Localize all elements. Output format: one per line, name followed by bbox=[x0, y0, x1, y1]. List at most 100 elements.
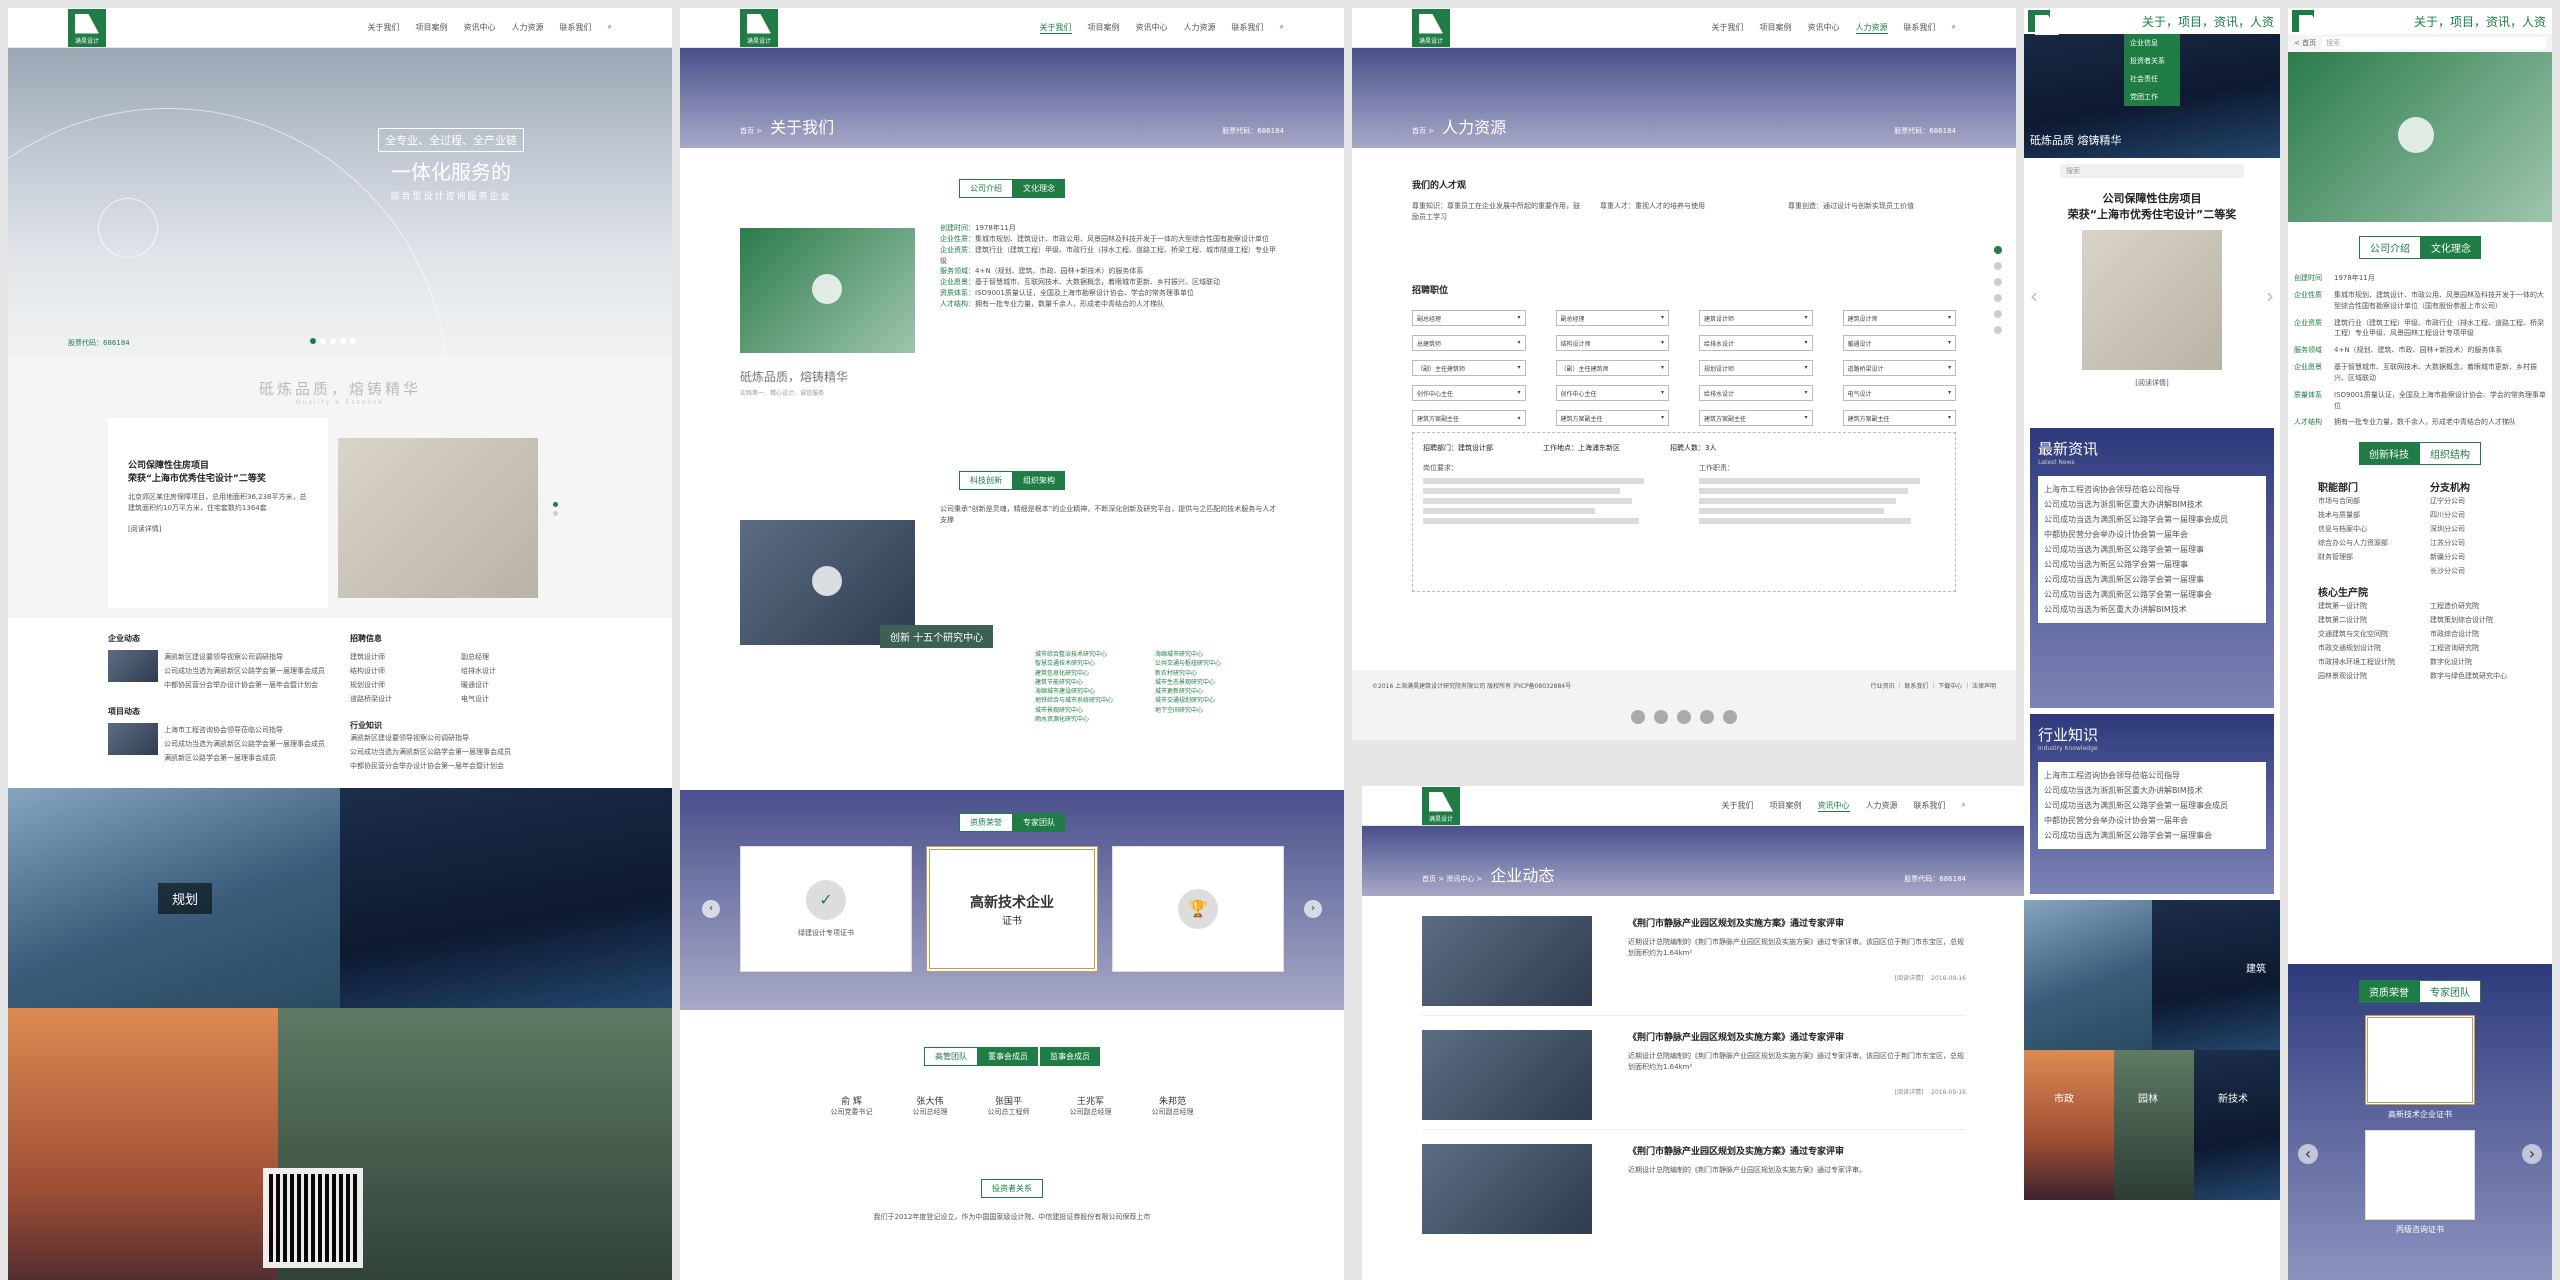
cert-card[interactable]: 🏆 bbox=[1112, 846, 1284, 972]
news-link[interactable]: 中都协民营分会举办设计协会第一届年会 bbox=[2044, 527, 2260, 542]
tab-tech-innovation[interactable]: 科技创新 bbox=[959, 471, 1013, 490]
job-select[interactable]: 给排水设计 ▾ bbox=[1699, 334, 1813, 351]
cert-card[interactable] bbox=[2365, 1015, 2475, 1105]
brand-logo[interactable] bbox=[2028, 10, 2050, 32]
job-link[interactable]: 副总经理 bbox=[461, 650, 572, 664]
job-select[interactable]: 暖通设计 ▾ bbox=[1842, 334, 1956, 351]
job-select[interactable]: （副）主任建筑师 ▾ bbox=[1412, 359, 1526, 376]
nav-contact[interactable]: 联系我们 bbox=[1232, 22, 1264, 34]
tab-culture[interactable]: 文化理念 bbox=[2421, 236, 2481, 259]
cert-card[interactable]: 高新技术企业 证书 bbox=[926, 846, 1098, 972]
nav-hr[interactable]: 人力资源 bbox=[1855, 22, 1888, 34]
cert-card[interactable]: ✓ 绿建设计专项证书 bbox=[740, 846, 912, 972]
weibo-icon[interactable] bbox=[1630, 710, 1645, 725]
read-more-link[interactable]: [阅读详情] bbox=[1895, 975, 1924, 982]
chevron-right-icon[interactable]: › bbox=[2266, 284, 2274, 308]
news-link[interactable]: 中都协民营分会举办设计协会第一届年会暨计划会 bbox=[164, 678, 325, 692]
news-item[interactable]: 《荆门市静脉产业园区规划及实施方案》通过专家评审 近期设计总院编制的《荆门市静脉… bbox=[1422, 1030, 1966, 1130]
job-select[interactable]: （副）主任建筑师 ▾ bbox=[1555, 359, 1669, 376]
carousel-dot[interactable] bbox=[350, 338, 356, 344]
job-link[interactable]: 给排水设计 bbox=[461, 664, 572, 678]
news-link[interactable]: 公司成功当选为满凯新区公路学会第一届理事 bbox=[2044, 572, 2260, 587]
mobile-nav[interactable]: 关于，项目，资讯，人资 bbox=[2142, 13, 2274, 30]
job-link[interactable]: 结构设计师 bbox=[350, 664, 461, 678]
carousel-prev-icon[interactable]: ‹ bbox=[702, 900, 720, 918]
pager-dot[interactable] bbox=[1994, 310, 2002, 318]
center-link[interactable]: 城市综合整治技术研究中心 bbox=[1035, 650, 1145, 659]
news-image[interactable] bbox=[1422, 1030, 1592, 1120]
pager-dot[interactable] bbox=[1994, 262, 2002, 270]
news-link[interactable]: 公司成功当选为满凯新区公路学会第一届理事会成员 bbox=[164, 664, 325, 678]
search-input[interactable]: 搜索 bbox=[2322, 37, 2546, 49]
knowledge-link[interactable]: 中都协民营分会举办设计协会第一届年会 bbox=[2044, 813, 2260, 828]
nav-hr[interactable]: 人力资源 bbox=[512, 22, 544, 33]
nav-news[interactable]: 资讯中心 bbox=[1808, 22, 1840, 34]
carousel-next-icon[interactable]: › bbox=[2522, 1144, 2542, 1164]
pager-dot[interactable] bbox=[1994, 278, 2002, 286]
news-link[interactable]: 公司成功当选为满凯新区公路学会第一届理事 bbox=[2044, 542, 2260, 557]
job-select[interactable]: 建筑方案副主任 ▾ bbox=[1555, 409, 1669, 426]
center-link[interactable]: 地下空间研究中心 bbox=[1155, 706, 1265, 715]
intro-video[interactable] bbox=[740, 228, 915, 353]
knowledge-link[interactable]: 公司成功当选为满凯新区公路学会第一届理事会成员 bbox=[350, 745, 572, 759]
pager-dot[interactable] bbox=[1994, 246, 2002, 254]
job-select[interactable]: 规划设计师 ▾ bbox=[1699, 359, 1813, 376]
news-link[interactable]: 公司成功当选为满凯新区公路学会第一届理事会成员 bbox=[2044, 512, 2260, 527]
job-link[interactable]: 电气设计 bbox=[461, 692, 572, 706]
mobile-intro-video[interactable] bbox=[2288, 52, 2552, 222]
nav-contact[interactable]: 联系我们 bbox=[560, 22, 592, 33]
search-icon[interactable]: ⌕ bbox=[1952, 22, 1956, 34]
phone-icon[interactable] bbox=[1723, 710, 1738, 725]
center-link[interactable]: 城市生态景观研究中心 bbox=[1155, 678, 1265, 687]
news-title[interactable]: 《荆门市静脉产业园区规划及实施方案》通过专家评审 bbox=[1628, 1144, 1966, 1157]
mobile-search[interactable]: 搜索 bbox=[2060, 164, 2244, 178]
news-item[interactable]: 《荆门市静脉产业园区规划及实施方案》通过专家评审 近期设计总院编制的《荆门市静脉… bbox=[1422, 1144, 1966, 1244]
news-link[interactable]: 公司成功当选为满凯新区公路学会第一届理事会成员 bbox=[164, 737, 325, 751]
center-link[interactable]: 海绵城市建设研究中心 bbox=[1035, 687, 1145, 696]
tile-photo[interactable]: 园林 bbox=[2114, 1050, 2194, 1200]
nav-about[interactable]: 关于我们 bbox=[368, 22, 400, 33]
news-link[interactable]: 满凯新区建设要领导视察公司调研指导 bbox=[164, 650, 325, 664]
pager-dot[interactable] bbox=[553, 511, 558, 516]
news-link[interactable]: 满凯新区公路学会第一届理事会成员 bbox=[164, 751, 325, 765]
news-link[interactable]: 上海市工程咨询协会领导莅临公司指导 bbox=[164, 723, 325, 737]
knowledge-link[interactable]: 上海市工程咨询协会领导莅临公司指导 bbox=[2044, 768, 2260, 783]
innovation-label[interactable]: 创新 十五个研究中心 bbox=[880, 625, 994, 648]
knowledge-link[interactable]: 满凯新区建设要领导视察公司调研指导 bbox=[350, 731, 572, 745]
job-select[interactable]: 总建筑师 ▾ bbox=[1412, 334, 1526, 351]
job-link[interactable]: 道路桥梁设计 bbox=[350, 692, 461, 706]
tab-experts[interactable]: 专家团队 bbox=[1013, 813, 1065, 832]
cert-card[interactable] bbox=[2365, 1130, 2475, 1220]
center-link[interactable]: 新农村研究中心 bbox=[1155, 669, 1265, 678]
news-link[interactable]: 公司成功当选为满凯新区公路学会第一届理事会 bbox=[2044, 587, 2260, 602]
carousel-dot[interactable] bbox=[320, 338, 326, 344]
read-more-link[interactable]: [阅读详情] bbox=[1895, 1089, 1924, 1096]
brand-logo[interactable]: 满昊设计 bbox=[1412, 8, 1450, 47]
project-photo[interactable] bbox=[2082, 230, 2222, 370]
tab-board[interactable]: 董事会成员 bbox=[978, 1047, 1038, 1066]
job-select[interactable]: 结构设计师 ▾ bbox=[1555, 334, 1669, 351]
tab-executives[interactable]: 高管团队 bbox=[924, 1047, 978, 1066]
tab-honors[interactable]: 资质荣誉 bbox=[2359, 980, 2419, 1003]
tab-culture[interactable]: 文化理念 bbox=[1013, 179, 1065, 198]
tab-honors[interactable]: 资质荣誉 bbox=[959, 813, 1013, 832]
center-link[interactable]: 城市交通规划研究中心 bbox=[1155, 696, 1265, 705]
read-more-link[interactable]: [阅读详情] bbox=[2044, 378, 2260, 389]
tile-photo[interactable]: 市政 bbox=[2024, 1050, 2114, 1200]
nav-projects[interactable]: 项目案例 bbox=[416, 22, 448, 33]
tile-photo[interactable]: 建筑 bbox=[2152, 900, 2280, 1050]
carousel-dot[interactable] bbox=[310, 338, 316, 344]
tab-tech-innovation[interactable]: 创新科技 bbox=[2359, 442, 2419, 466]
knowledge-link[interactable]: 公司成功当选为满凯新区公路学会第一届理事会成员 bbox=[2044, 798, 2260, 813]
nav-about[interactable]: 关于我们 bbox=[1722, 800, 1754, 812]
job-select[interactable]: 建筑设计师 ▾ bbox=[1699, 309, 1813, 326]
play-icon[interactable] bbox=[812, 274, 842, 304]
menu-item[interactable]: 社会责任 bbox=[2124, 70, 2180, 88]
center-link[interactable]: 城市更新研究中心 bbox=[1155, 687, 1265, 696]
pager-dot[interactable] bbox=[1994, 294, 2002, 302]
news-item[interactable]: 《荆门市静脉产业园区规划及实施方案》通过专家评审 近期设计总院编制的《荆门市静脉… bbox=[1422, 916, 1966, 1016]
knowledge-link[interactable]: 公司成功当选为浙凯新区重大办讲解BIM技术 bbox=[2044, 783, 2260, 798]
job-select[interactable]: 电气设计 ▾ bbox=[1842, 384, 1956, 401]
job-select[interactable]: 副总经理 ▾ bbox=[1555, 309, 1669, 326]
nav-projects[interactable]: 项目案例 bbox=[1088, 22, 1120, 34]
